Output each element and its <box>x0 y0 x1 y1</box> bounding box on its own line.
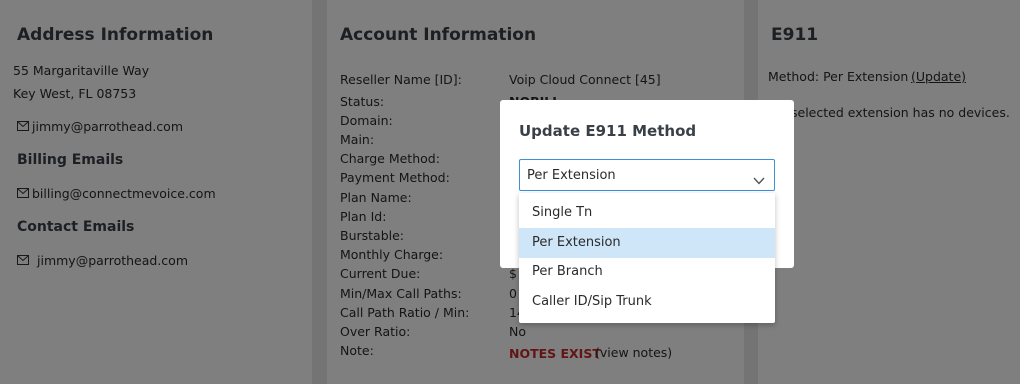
option-single-tn[interactable]: Single Tn <box>519 198 775 228</box>
modal-title: Update E911 Method <box>519 122 697 140</box>
method-dropdown-list: Single Tn Per Extension Per Branch Calle… <box>519 193 775 323</box>
option-per-branch[interactable]: Per Branch <box>519 257 775 287</box>
select-value: Per Extension <box>527 168 616 183</box>
option-caller-id-sip-trunk[interactable]: Caller ID/Sip Trunk <box>519 287 775 317</box>
option-per-extension[interactable]: Per Extension <box>519 228 775 258</box>
e911-method-select[interactable]: Per Extension <box>519 159 775 191</box>
chevron-down-icon <box>753 170 765 185</box>
